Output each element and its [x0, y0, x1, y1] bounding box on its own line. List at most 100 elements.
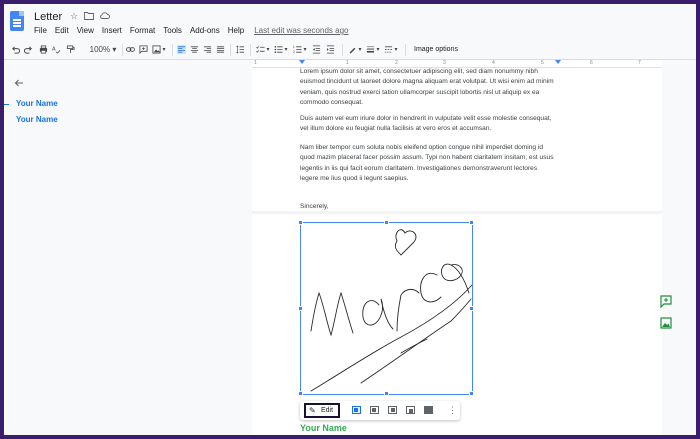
break-text-icon[interactable]	[388, 406, 397, 414]
border-dash-icon[interactable]	[384, 45, 393, 54]
line-spacing-icon[interactable]	[236, 45, 245, 54]
last-edit-link[interactable]: Last edit was seconds ago	[254, 26, 348, 35]
ruler-tick: 7	[638, 60, 641, 66]
left-indent-marker[interactable]	[299, 60, 305, 64]
decrease-indent-icon[interactable]	[312, 45, 321, 54]
resize-handle-bottom-right[interactable]	[469, 391, 474, 396]
outline-item-your-name[interactable]: Your Name	[16, 99, 58, 108]
border-color-dropdown[interactable]: ▾	[357, 43, 363, 57]
main-toolbar: A 100% ▾ ▾ ▾ ▾ 12 ▾ ▾ ▾ ▾ Image options	[4, 40, 696, 60]
menu-tools[interactable]: Tools	[163, 26, 182, 35]
svg-text:A: A	[52, 46, 56, 52]
resize-handle-top-right[interactable]	[469, 220, 474, 225]
suggest-image-icon[interactable]	[659, 316, 673, 330]
add-comment-icon[interactable]	[659, 294, 673, 308]
image-options-button[interactable]: Image options	[411, 43, 461, 57]
move-to-folder-icon[interactable]	[84, 11, 94, 23]
page-break	[252, 211, 662, 214]
zoom-value: 100%	[89, 45, 111, 54]
border-weight-icon[interactable]	[366, 45, 375, 54]
align-center-icon[interactable]	[190, 45, 199, 54]
border-weight-dropdown[interactable]: ▾	[375, 43, 381, 57]
toolbar-divider	[250, 44, 251, 56]
wrap-text-icon[interactable]	[370, 406, 379, 414]
checklist-dropdown[interactable]: ▾	[265, 43, 271, 57]
signature-drawing	[310, 229, 473, 392]
numbered-list-dropdown[interactable]: ▾	[302, 43, 308, 57]
signature-image[interactable]	[298, 220, 474, 396]
ruler-tick: 1	[254, 60, 257, 66]
svg-text:2: 2	[293, 50, 295, 54]
zoom-select[interactable]: 100% ▾	[88, 43, 118, 57]
body-paragraph[interactable]: Duis autem vel eum iriure dolor in hendr…	[300, 114, 556, 135]
resize-handle-bottom[interactable]	[384, 391, 389, 396]
right-indent-marker[interactable]	[555, 60, 561, 64]
close-outline-arrow-icon[interactable]	[14, 78, 24, 91]
svg-text:1: 1	[293, 45, 295, 49]
edit-drawing-button[interactable]: ✎ Edit	[304, 403, 340, 418]
body-paragraph[interactable]: Lorem ipsum dolor sit amet, consectetuer…	[300, 68, 556, 109]
justify-icon[interactable]	[216, 45, 225, 54]
app-window: Letter ☆ File Edit View Insert Format To…	[4, 4, 696, 435]
ruler-tick: 4	[492, 60, 495, 66]
toolbar-divider	[230, 44, 231, 56]
document-title[interactable]: Letter	[34, 11, 62, 23]
docs-logo-icon[interactable]	[10, 11, 24, 31]
insert-image-icon[interactable]	[152, 45, 161, 54]
paint-format-icon[interactable]	[66, 45, 75, 54]
toolbar-divider	[405, 44, 406, 56]
star-icon[interactable]: ☆	[70, 11, 78, 22]
body-paragraph[interactable]: Nam liber tempor cum soluta nobis eleife…	[300, 143, 556, 185]
menu-file[interactable]: File	[34, 26, 47, 35]
closing-line[interactable]: Sincerely,	[300, 203, 328, 210]
menu-bar: File Edit View Insert Format Tools Add-o…	[34, 26, 356, 35]
edit-button-label: Edit	[321, 407, 334, 414]
bulleted-list-dropdown[interactable]: ▾	[283, 43, 289, 57]
menu-insert[interactable]: Insert	[102, 26, 122, 35]
print-icon[interactable]	[39, 45, 48, 54]
border-dash-dropdown[interactable]: ▾	[393, 43, 399, 57]
resize-handle-right[interactable]	[469, 306, 474, 311]
link-icon[interactable]	[126, 45, 135, 54]
pencil-icon: ✎	[309, 406, 316, 415]
signature-name-heading[interactable]: Your Name	[300, 423, 347, 433]
align-right-icon[interactable]	[203, 45, 212, 54]
resize-handle-left[interactable]	[298, 306, 303, 311]
resize-handle-top-left[interactable]	[298, 220, 303, 225]
document-page[interactable]: Lorem ipsum dolor sit amet, consectetuer…	[252, 68, 662, 435]
title-bar: Letter ☆ File Edit View Insert Format To…	[4, 4, 696, 40]
numbered-list-icon[interactable]: 12	[293, 45, 302, 54]
menu-edit[interactable]: Edit	[55, 26, 69, 35]
outline-active-indicator	[4, 104, 9, 105]
ruler-tick: 1	[346, 60, 349, 66]
ruler-tick: 5	[541, 60, 544, 66]
undo-icon[interactable]	[11, 45, 20, 54]
redo-icon[interactable]	[24, 45, 33, 54]
horizontal-ruler[interactable]: 1 1 2 3 4 5 6 7	[252, 60, 662, 68]
resize-handle-top[interactable]	[384, 220, 389, 225]
increase-indent-icon[interactable]	[326, 45, 335, 54]
image-context-toolbar: ✎ Edit ⋮	[300, 401, 460, 420]
toolbar-divider	[342, 44, 343, 56]
border-color-icon[interactable]	[348, 45, 357, 54]
insert-image-dropdown[interactable]: ▾	[161, 43, 167, 57]
checklist-icon[interactable]	[256, 45, 265, 54]
menu-addons[interactable]: Add-ons	[190, 26, 220, 35]
spellcheck-icon[interactable]: A	[52, 45, 61, 54]
outline-item-your-name-2[interactable]: Your Name	[16, 115, 58, 124]
menu-view[interactable]: View	[77, 26, 94, 35]
bulleted-list-icon[interactable]	[274, 45, 283, 54]
comment-icon[interactable]	[139, 45, 148, 54]
toolbar-divider	[122, 44, 123, 56]
align-left-icon[interactable]	[177, 45, 186, 54]
ruler-tick: 3	[443, 60, 446, 66]
menu-help[interactable]: Help	[228, 26, 244, 35]
cloud-status-icon[interactable]	[99, 11, 110, 23]
in-line-icon[interactable]	[352, 406, 361, 414]
behind-text-icon[interactable]	[406, 406, 415, 414]
in-front-of-text-icon[interactable]	[424, 406, 433, 414]
resize-handle-bottom-left[interactable]	[298, 391, 303, 396]
more-options-icon[interactable]: ⋮	[448, 404, 457, 416]
menu-format[interactable]: Format	[130, 26, 155, 35]
ruler-tick: 2	[395, 60, 398, 66]
